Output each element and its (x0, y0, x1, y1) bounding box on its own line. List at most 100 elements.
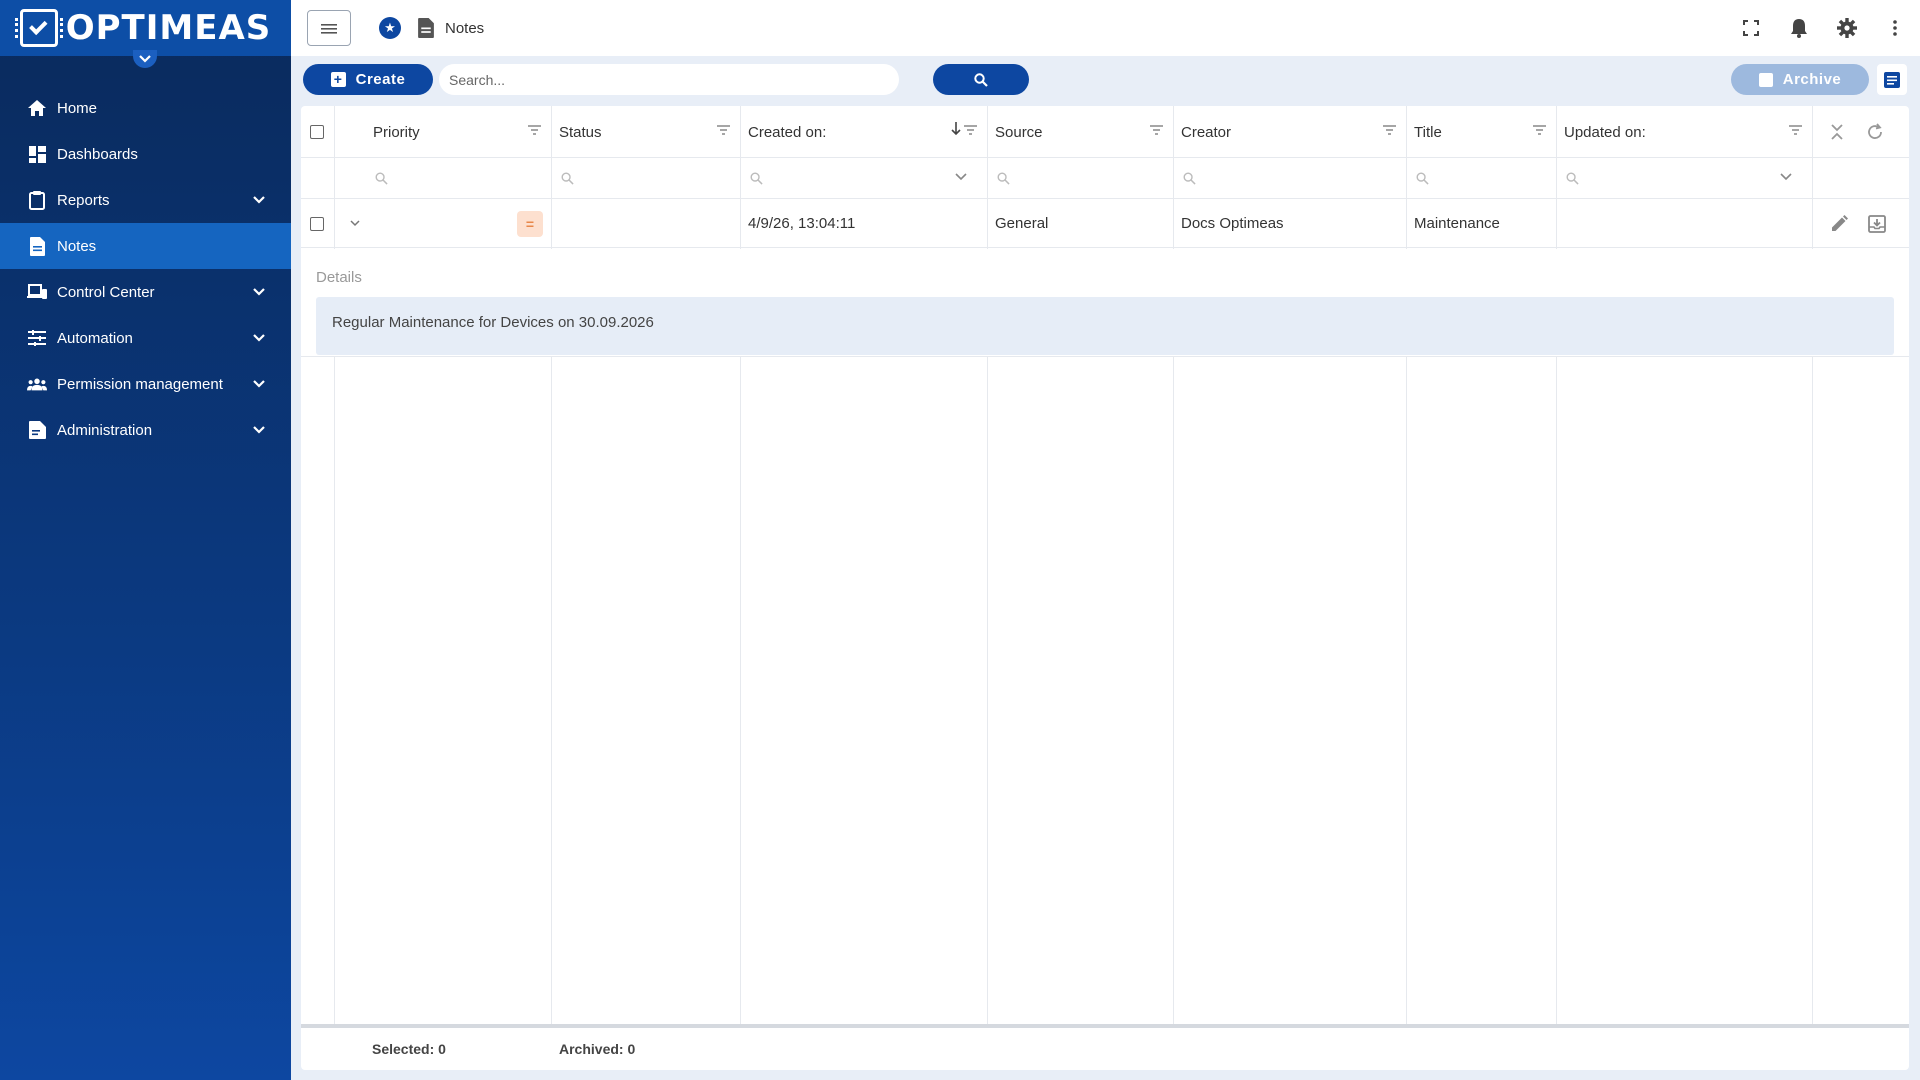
sidebar-item-dashboards[interactable]: Dashboards (0, 131, 291, 177)
gear-icon[interactable] (1836, 17, 1858, 39)
filter-icon[interactable] (1533, 125, 1546, 135)
favorite-star-icon[interactable]: ★ (379, 17, 401, 39)
row-select-cell (301, 199, 334, 248)
sidebar-item-reports[interactable]: Reports (0, 177, 291, 223)
chevron-down-icon[interactable] (251, 192, 267, 208)
filter-icon[interactable] (717, 125, 730, 135)
search-icon (375, 172, 388, 185)
more-vertical-icon[interactable] (1884, 17, 1906, 39)
column-label: Status (559, 123, 602, 141)
chip-logo-icon (14, 9, 63, 47)
search-icon (1183, 172, 1196, 185)
plus-icon: + (330, 72, 346, 87)
select-all-checkbox[interactable] (310, 125, 324, 139)
archive-button-label: Archive (1782, 71, 1842, 88)
search-icon (750, 172, 763, 185)
sidebar-item-label: Permission management (57, 375, 223, 393)
sidebar-item-control-center[interactable]: Control Center (0, 269, 291, 315)
search-button[interactable] (933, 64, 1029, 95)
status-filter[interactable] (551, 158, 740, 199)
top-actions (1740, 17, 1906, 39)
devices-icon (27, 282, 47, 302)
creator-cell: Docs Optimeas (1181, 215, 1284, 232)
column-view-button[interactable] (1877, 64, 1907, 95)
sliders-icon (27, 328, 47, 348)
sidebar-item-home[interactable]: Home (0, 85, 291, 131)
select-all-cell (301, 106, 334, 158)
archive-button[interactable]: Archive (1731, 64, 1869, 95)
updated-on-cell (1556, 199, 1812, 248)
search-input[interactable] (449, 64, 789, 95)
column-header-source[interactable]: Source (987, 106, 1173, 158)
sidebar-item-label: Reports (57, 191, 110, 209)
priority-filter[interactable] (365, 158, 551, 199)
column-header-priority[interactable]: Priority (365, 106, 551, 158)
column-label: Creator (1181, 123, 1232, 141)
sidebar-item-permission-management[interactable]: Permission management (0, 361, 291, 407)
source-cell: General (995, 215, 1049, 232)
edit-pencil-icon[interactable] (1830, 214, 1848, 233)
sidebar-item-label: Automation (57, 329, 133, 347)
search-icon (974, 72, 988, 87)
create-button[interactable]: + Create (303, 64, 433, 95)
sidebar-item-administration[interactable]: Administration (0, 407, 291, 453)
sidebar-item-automation[interactable]: Automation (0, 315, 291, 361)
creator-filter[interactable] (1173, 158, 1406, 199)
create-button-label: Create (355, 71, 406, 88)
column-header-created-on[interactable]: Created on: (740, 106, 987, 158)
hamburger-icon (321, 24, 337, 34)
brand-name: OPTIMEAS (65, 8, 272, 48)
chevron-down-icon[interactable] (1780, 173, 1792, 181)
fullscreen-icon[interactable] (1740, 17, 1762, 39)
chevron-down-icon[interactable] (251, 284, 267, 300)
sidebar-collapse-chevron-icon[interactable] (133, 50, 157, 68)
notes-table: Priority Status Created on: Source Creat… (301, 106, 1909, 1070)
bell-icon[interactable] (1788, 17, 1810, 39)
archive-icon (1758, 72, 1773, 87)
table-footer: Selected: 0 Archived: 0 (301, 1028, 1909, 1070)
header-actions (1812, 106, 1909, 158)
refresh-icon[interactable] (1866, 123, 1884, 141)
column-header-creator[interactable]: Creator (1173, 106, 1406, 158)
created-on-filter[interactable] (740, 158, 987, 199)
status-cell (551, 199, 740, 248)
filter-icon[interactable] (964, 125, 977, 135)
menu-toggle-button[interactable] (307, 10, 351, 46)
chevron-down-icon[interactable] (955, 173, 967, 181)
users-icon (27, 374, 47, 394)
column-label: Source (995, 123, 1043, 141)
collapse-all-icon[interactable] (1830, 124, 1844, 140)
archived-count: Archived: 0 (559, 1041, 636, 1057)
row-expand-toggle[interactable] (342, 199, 362, 248)
column-header-updated-on[interactable]: Updated on: (1556, 106, 1812, 158)
chevron-down-icon[interactable] (251, 376, 267, 392)
filter-icon[interactable] (1789, 125, 1802, 135)
title-filter[interactable] (1406, 158, 1556, 199)
details-label: Details (316, 269, 362, 286)
column-header-status[interactable]: Status (551, 106, 740, 158)
created-on-cell: 4/9/26, 13:04:11 (748, 215, 856, 232)
sort-descending-icon[interactable] (951, 122, 961, 136)
filter-icon[interactable] (1150, 125, 1163, 135)
sidebar-item-notes[interactable]: Notes (0, 223, 291, 269)
column-label: Title (1414, 123, 1442, 141)
chevron-down-icon[interactable] (251, 422, 267, 438)
chevron-down-icon[interactable] (251, 330, 267, 346)
column-header-title[interactable]: Title (1406, 106, 1556, 158)
column-label: Updated on: (1564, 123, 1646, 141)
chevron-down-icon (350, 220, 360, 227)
sidebar-item-label: Notes (57, 237, 97, 255)
sidebar-item-label: Home (57, 99, 98, 117)
row-checkbox[interactable] (310, 216, 324, 231)
top-bar: ★ Notes (291, 0, 1920, 56)
brand-logo[interactable]: OPTIMEAS (0, 0, 291, 68)
priority-medium-badge: = (517, 210, 543, 237)
filter-icon[interactable] (528, 125, 541, 135)
archive-row-icon[interactable] (1868, 214, 1886, 233)
source-filter[interactable] (987, 158, 1173, 199)
filter-icon[interactable] (1383, 125, 1396, 135)
priority-cell: = (365, 199, 551, 248)
admin-document-icon (27, 420, 47, 440)
updated-on-filter[interactable] (1556, 158, 1812, 199)
table-row[interactable]: = 4/9/26, 13:04:11 General Docs Optimeas… (301, 199, 1909, 248)
